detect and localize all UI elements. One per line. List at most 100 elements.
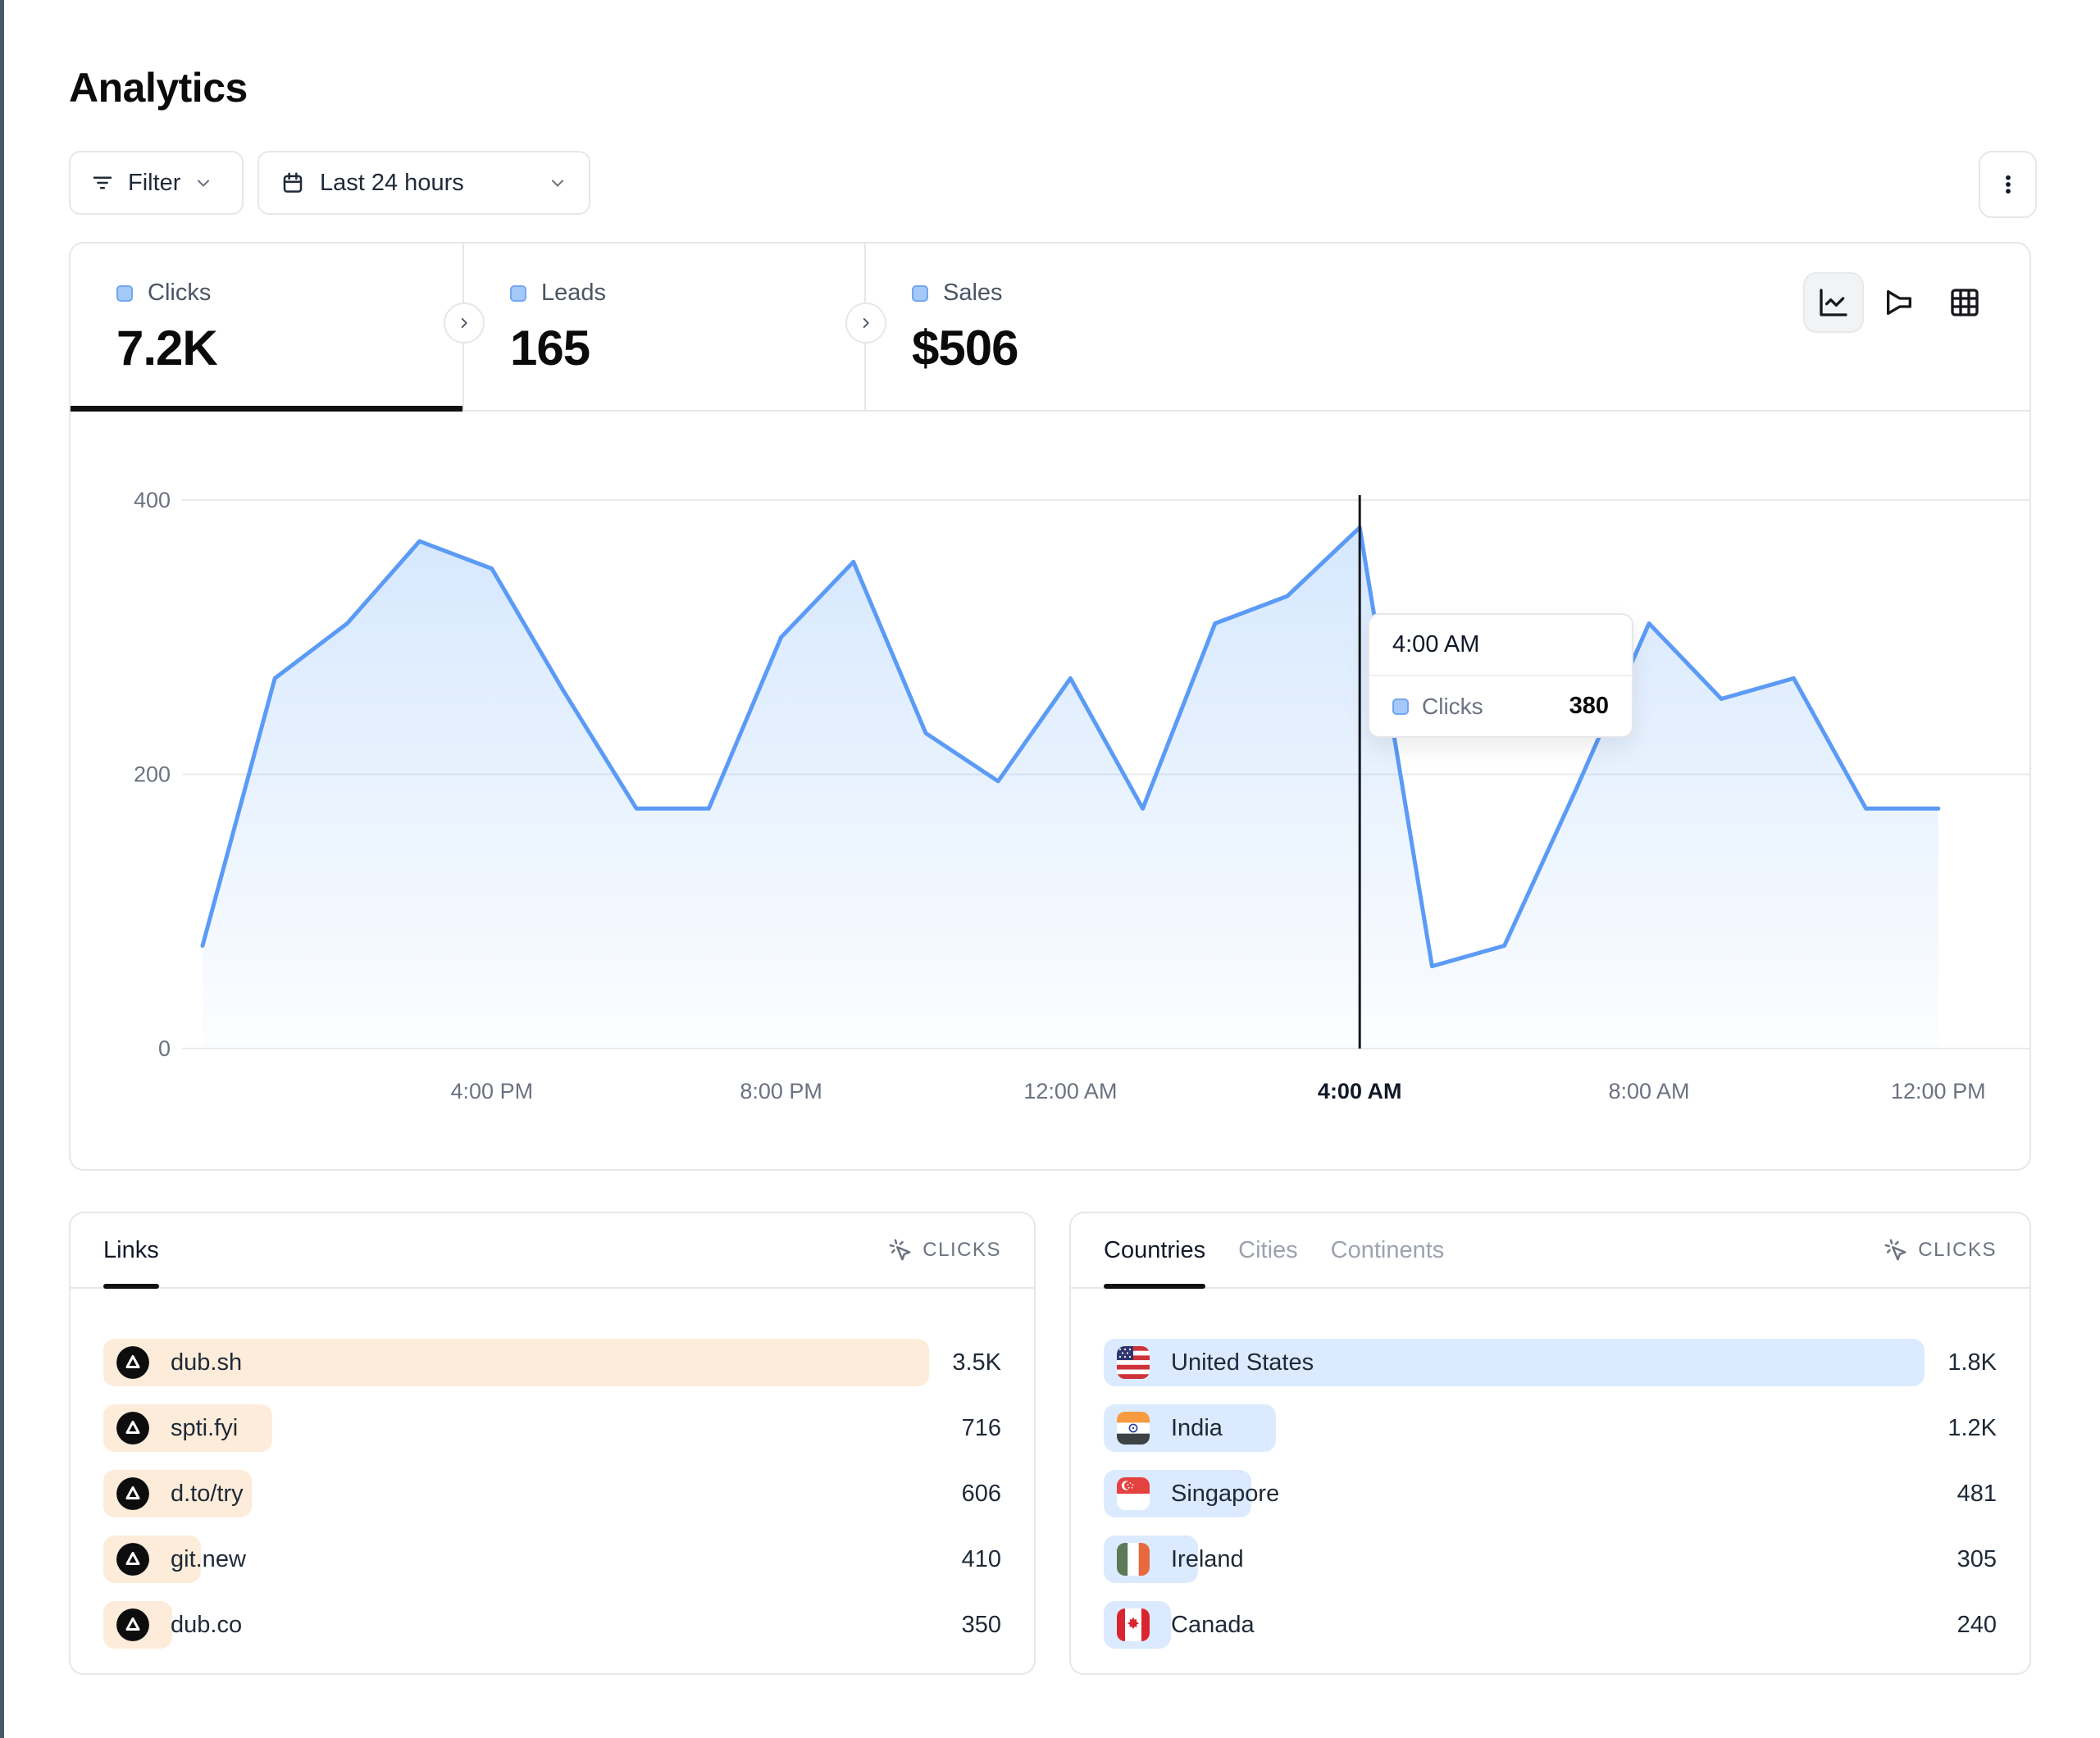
clicks-swatch-icon — [116, 285, 133, 302]
country-row[interactable]: Ireland 305 — [1104, 1526, 1997, 1592]
ie-flag — [1117, 1543, 1150, 1576]
table-grid-icon — [1948, 286, 1981, 319]
row-content: Ireland — [1104, 1543, 1244, 1576]
more-options-button[interactable] — [1979, 151, 2037, 218]
links-panel: Links CLICKS dub.sh3.5Kspti.fyi716d.to/t… — [69, 1212, 1036, 1675]
row-content: dub.sh — [103, 1346, 242, 1379]
link-row[interactable]: spti.fyi716 — [103, 1395, 1001, 1461]
row-label: India — [1171, 1415, 1223, 1442]
link-row[interactable]: dub.co350 — [103, 1592, 1001, 1658]
tooltip-row: Clicks 380 — [1369, 676, 1632, 736]
row-label: Ireland — [1171, 1546, 1244, 1573]
date-range-button[interactable]: Last 24 hours — [257, 151, 590, 215]
y-tick-label: 200 — [134, 762, 171, 787]
expand-sales-button[interactable] — [845, 303, 886, 344]
filter-button-label: Filter — [128, 170, 180, 197]
link-row[interactable]: d.to/try 606 — [103, 1461, 1001, 1526]
row-label: Canada — [1171, 1612, 1255, 1639]
us-flag — [1117, 1346, 1150, 1379]
line-chart-view-button[interactable] — [1803, 272, 1864, 333]
chevron-right-icon — [857, 314, 875, 332]
tab-links[interactable]: Links — [103, 1213, 159, 1287]
row-label: dub.co — [171, 1612, 242, 1639]
chevron-right-icon — [455, 314, 473, 332]
row-value: 1.8K — [1947, 1349, 1997, 1376]
row-label: United States — [1171, 1349, 1314, 1376]
chart-view-toggles — [1803, 272, 1995, 333]
x-tick-label: 12:00 AM — [1023, 1079, 1117, 1103]
links-panel-header: Links CLICKS — [71, 1213, 1034, 1289]
leads-swatch-icon — [510, 285, 526, 302]
country-row[interactable]: Canada 240 — [1104, 1592, 1997, 1658]
date-range-label: Last 24 hours — [320, 170, 464, 197]
row-value: 240 — [1957, 1612, 1997, 1639]
links-metric-column[interactable]: CLICKS — [888, 1238, 1001, 1263]
metric-value: 7.2K — [116, 320, 462, 376]
tooltip-series-label: Clicks — [1422, 694, 1483, 720]
metric-tab-leads[interactable]: Leads 165 — [464, 243, 866, 410]
row-content: India — [1104, 1412, 1223, 1445]
sales-swatch-icon — [912, 285, 928, 302]
filter-lines-icon — [90, 171, 115, 195]
page-title: Analytics — [69, 64, 248, 111]
table-view-button[interactable] — [1934, 272, 1995, 333]
country-row[interactable]: United States 1.8K — [1104, 1330, 1997, 1395]
cursor-click-icon — [888, 1238, 913, 1263]
row-label: dub.sh — [171, 1349, 242, 1376]
dub-logo-icon — [116, 1412, 149, 1445]
country-row[interactable]: India 1.2K — [1104, 1395, 1997, 1461]
window-edge-strip — [0, 0, 4, 1738]
clicks-area-chart[interactable]: 02004004:00 PM8:00 PM12:00 AM4:00 AM8:00… — [71, 412, 2029, 1169]
tab-continents[interactable]: Continents — [1331, 1213, 1445, 1287]
row-value: 481 — [1957, 1481, 1997, 1508]
y-tick-label: 0 — [158, 1036, 171, 1061]
clicks-chart-area[interactable]: 02004004:00 PM8:00 PM12:00 AM4:00 AM8:00… — [71, 412, 2029, 1169]
chevron-down-icon — [548, 173, 567, 193]
funnel-view-button[interactable] — [1869, 272, 1929, 333]
metric-label: Clicks — [148, 280, 211, 307]
country-row[interactable]: Singapore 481 — [1104, 1461, 1997, 1526]
kebab-menu-icon — [1996, 172, 2020, 197]
tooltip-time: 4:00 AM — [1369, 615, 1632, 676]
dub-logo-icon — [116, 1477, 149, 1510]
chevron-down-icon — [194, 173, 213, 193]
chart-tooltip: 4:00 AM Clicks 380 — [1368, 613, 1633, 738]
row-label: Singapore — [1171, 1481, 1279, 1508]
row-content: Singapore — [1104, 1477, 1279, 1510]
row-value: 410 — [962, 1546, 1001, 1573]
tab-countries[interactable]: Countries — [1104, 1213, 1205, 1287]
links-tabs: Links — [103, 1213, 159, 1287]
links-metric-label: CLICKS — [922, 1239, 1001, 1262]
in-flag — [1117, 1412, 1150, 1445]
metric-tab-clicks[interactable]: Clicks 7.2K — [71, 243, 464, 410]
link-row[interactable]: git.new 410 — [103, 1526, 1001, 1592]
row-label: d.to/try — [171, 1481, 244, 1508]
y-tick-label: 400 — [134, 488, 171, 512]
filter-button[interactable]: Filter — [69, 151, 244, 215]
x-tick-label: 12:00 PM — [1891, 1079, 1986, 1103]
metric-label: Leads — [541, 280, 606, 307]
countries-rows: United States 1.8K India 1.2K Singapore 481 Ir… — [1071, 1289, 2029, 1658]
metric-tabs-row: Clicks 7.2K Leads 165 Sales $506 — [71, 243, 2029, 412]
countries-metric-column[interactable]: CLICKS — [1884, 1238, 1997, 1263]
row-content: Canada — [1104, 1608, 1255, 1641]
row-value: 606 — [962, 1481, 1001, 1508]
x-tick-label: 8:00 PM — [740, 1079, 822, 1103]
expand-leads-button[interactable] — [444, 303, 485, 344]
analytics-page: Analytics Filter Last 24 hours Cli — [0, 0, 2100, 1738]
row-value: 1.2K — [1947, 1415, 1997, 1442]
tab-cities[interactable]: Cities — [1238, 1213, 1298, 1287]
analytics-card: Clicks 7.2K Leads 165 Sales $506 — [69, 242, 2031, 1171]
row-content: dub.co — [103, 1608, 242, 1641]
link-row[interactable]: dub.sh3.5K — [103, 1330, 1001, 1395]
dub-logo-icon — [116, 1543, 149, 1576]
row-content: git.new — [103, 1543, 246, 1576]
row-value: 716 — [962, 1415, 1001, 1442]
row-label: git.new — [171, 1546, 246, 1573]
row-value: 305 — [1957, 1546, 1997, 1573]
funnel-icon — [1883, 286, 1916, 319]
row-content: d.to/try — [103, 1477, 244, 1510]
x-tick-label: 4:00 PM — [451, 1079, 534, 1103]
ca-flag — [1117, 1608, 1150, 1641]
cursor-click-icon — [1884, 1238, 1908, 1263]
